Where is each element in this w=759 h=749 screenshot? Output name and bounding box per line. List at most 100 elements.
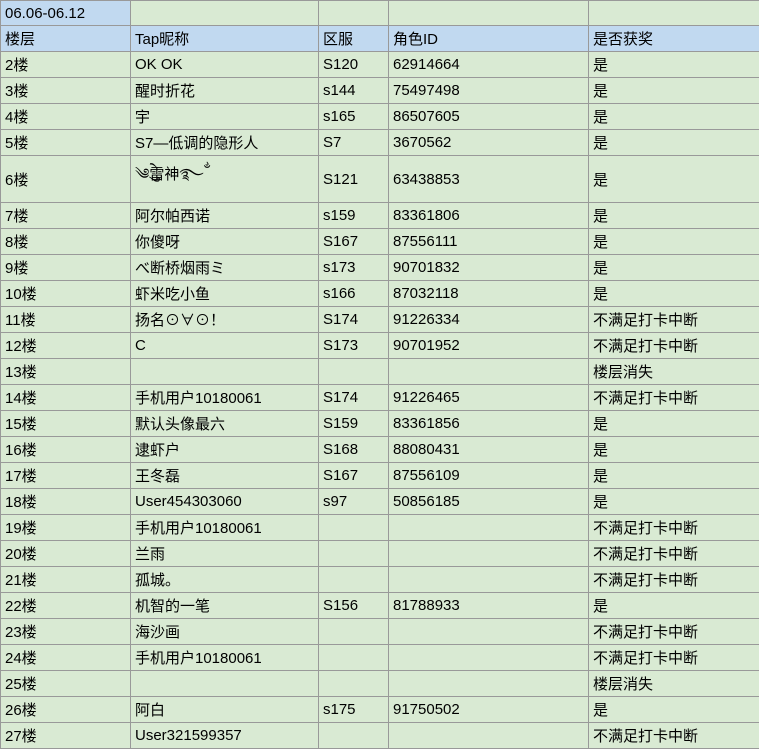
cell-tap: 你傻呀 bbox=[131, 229, 319, 255]
cell-roleid: 3670562 bbox=[389, 130, 589, 156]
cell-floor: 23楼 bbox=[1, 619, 131, 645]
cell-award: 是 bbox=[589, 78, 759, 104]
table-row: 15楼默认头像最六S15983361856是 bbox=[1, 411, 759, 437]
table-row: 26楼阿白s17591750502是 bbox=[1, 697, 759, 723]
table-row: 2楼OK OKS12062914664是 bbox=[1, 52, 759, 78]
cell-floor: 4楼 bbox=[1, 104, 131, 130]
cell-tap: べ断桥烟雨ミ bbox=[131, 255, 319, 281]
cell-tap: 宇 bbox=[131, 104, 319, 130]
cell-tap: C bbox=[131, 333, 319, 359]
cell-server: s173 bbox=[319, 255, 389, 281]
table-row: 3楼醒时折花s14475497498是 bbox=[1, 78, 759, 104]
cell-roleid bbox=[389, 541, 589, 567]
cell-roleid: 90701832 bbox=[389, 255, 589, 281]
cell-floor: 12楼 bbox=[1, 333, 131, 359]
cell-floor: 9楼 bbox=[1, 255, 131, 281]
cell-roleid: 91226465 bbox=[389, 385, 589, 411]
cell-floor: 20楼 bbox=[1, 541, 131, 567]
table-row: 22楼机智的一笔S15681788933是 bbox=[1, 593, 759, 619]
cell-roleid: 88080431 bbox=[389, 437, 589, 463]
cell-award: 是 bbox=[589, 697, 759, 723]
cell-roleid bbox=[389, 359, 589, 385]
cell-award: 是 bbox=[589, 104, 759, 130]
cell-tap: 手机用户10180061 bbox=[131, 645, 319, 671]
cell-server bbox=[319, 645, 389, 671]
cell-roleid: 90701952 bbox=[389, 333, 589, 359]
cell-floor: 16楼 bbox=[1, 437, 131, 463]
cell-floor: 27楼 bbox=[1, 723, 131, 749]
cell-award: 是 bbox=[589, 52, 759, 78]
cell-tap: 逮虾户 bbox=[131, 437, 319, 463]
cell-award: 不满足打卡中断 bbox=[589, 619, 759, 645]
cell-server: s175 bbox=[319, 697, 389, 723]
table-row: 8楼你傻呀S16787556111是 bbox=[1, 229, 759, 255]
table-row: 14楼手机用户10180061S17491226465不满足打卡中断 bbox=[1, 385, 759, 411]
cell-roleid: 81788933 bbox=[389, 593, 589, 619]
cell-award: 是 bbox=[589, 463, 759, 489]
cell-tap: 手机用户10180061 bbox=[131, 385, 319, 411]
title-row: 06.06-06.12 bbox=[1, 1, 759, 26]
cell-server: s97 bbox=[319, 489, 389, 515]
table-row: 5楼S7—低调的隐形人S73670562是 bbox=[1, 130, 759, 156]
cell-roleid: 62914664 bbox=[389, 52, 589, 78]
cell-server bbox=[319, 619, 389, 645]
cell-server: S174 bbox=[319, 307, 389, 333]
header-award: 是否获奖 bbox=[589, 26, 759, 52]
table-row: 18楼User454303060s9750856185是 bbox=[1, 489, 759, 515]
cell-server: s144 bbox=[319, 78, 389, 104]
cell-floor: 14楼 bbox=[1, 385, 131, 411]
date-range: 06.06-06.12 bbox=[1, 1, 131, 26]
cell-roleid: 87556109 bbox=[389, 463, 589, 489]
table-row: 10楼虾米吃小鱼s16687032118是 bbox=[1, 281, 759, 307]
cell-roleid: 83361806 bbox=[389, 203, 589, 229]
cell-tap: 孤城。 bbox=[131, 567, 319, 593]
table-row: 20楼兰雨不满足打卡中断 bbox=[1, 541, 759, 567]
table-row: 21楼孤城。不满足打卡中断 bbox=[1, 567, 759, 593]
cell-roleid bbox=[389, 515, 589, 541]
cell-tap bbox=[131, 671, 319, 697]
cell-floor: 13楼 bbox=[1, 359, 131, 385]
cell-floor: 17楼 bbox=[1, 463, 131, 489]
cell-server bbox=[319, 359, 389, 385]
cell-roleid: 91226334 bbox=[389, 307, 589, 333]
cell-server: s165 bbox=[319, 104, 389, 130]
cell-server: S159 bbox=[319, 411, 389, 437]
table-row: 9楼べ断桥烟雨ミs17390701832是 bbox=[1, 255, 759, 281]
table-row: 4楼宇s16586507605是 bbox=[1, 104, 759, 130]
cell-tap: 扬名⊙∀⊙！ bbox=[131, 307, 319, 333]
cell-tap: 阿白 bbox=[131, 697, 319, 723]
table-row: 27楼User321599357不满足打卡中断 bbox=[1, 723, 759, 749]
cell-roleid: 87032118 bbox=[389, 281, 589, 307]
cell-award: 是 bbox=[589, 203, 759, 229]
cell-award: 不满足打卡中断 bbox=[589, 723, 759, 749]
cell-award: 是 bbox=[589, 130, 759, 156]
cell-award: 楼层消失 bbox=[589, 671, 759, 697]
table-row: 6楼༄ེུ雷神࿐ྂS12163438853是 bbox=[1, 156, 759, 203]
cell-floor: 2楼 bbox=[1, 52, 131, 78]
table-row: 17楼王冬磊S16787556109是 bbox=[1, 463, 759, 489]
cell-tap: OK OK bbox=[131, 52, 319, 78]
cell-roleid: 83361856 bbox=[389, 411, 589, 437]
cell-award: 不满足打卡中断 bbox=[589, 515, 759, 541]
cell-tap: ༄ེུ雷神࿐ྂ bbox=[131, 156, 319, 203]
cell-server bbox=[319, 723, 389, 749]
cell-floor: 6楼 bbox=[1, 156, 131, 203]
cell-roleid bbox=[389, 567, 589, 593]
cell-floor: 18楼 bbox=[1, 489, 131, 515]
cell-server: S121 bbox=[319, 156, 389, 203]
cell-floor: 15楼 bbox=[1, 411, 131, 437]
cell-roleid: 63438853 bbox=[389, 156, 589, 203]
cell-tap: 阿尔帕西诺 bbox=[131, 203, 319, 229]
cell-floor: 10楼 bbox=[1, 281, 131, 307]
table-row: 16楼逮虾户S16888080431是 bbox=[1, 437, 759, 463]
cell-tap: 机智的一笔 bbox=[131, 593, 319, 619]
cell-server: s166 bbox=[319, 281, 389, 307]
header-row: 楼层 Tap昵称 区服 角色ID 是否获奖 bbox=[1, 26, 759, 52]
cell-award: 是 bbox=[589, 411, 759, 437]
cell-floor: 19楼 bbox=[1, 515, 131, 541]
cell-tap: S7—低调的隐形人 bbox=[131, 130, 319, 156]
table-row: 7楼阿尔帕西诺s15983361806是 bbox=[1, 203, 759, 229]
cell-floor: 11楼 bbox=[1, 307, 131, 333]
table-row: 19楼手机用户10180061不满足打卡中断 bbox=[1, 515, 759, 541]
cell-award: 不满足打卡中断 bbox=[589, 567, 759, 593]
